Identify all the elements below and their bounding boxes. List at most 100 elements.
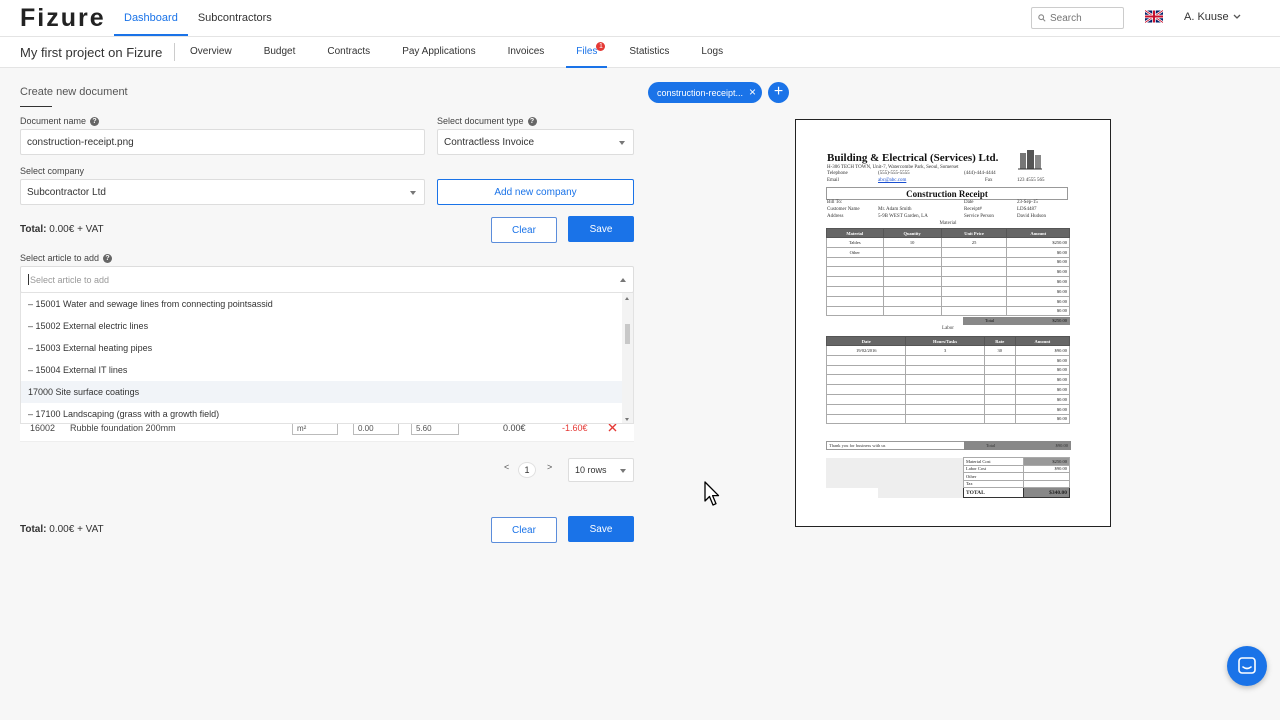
- caret-down-icon: [619, 141, 625, 145]
- tab-overview[interactable]: Overview: [180, 37, 242, 68]
- table-header-cell: Unit Price: [940, 228, 1008, 238]
- tab-logs[interactable]: Logs: [691, 37, 733, 68]
- receipt-material-total: Total $250.00: [963, 317, 1070, 325]
- close-icon[interactable]: ×: [749, 85, 756, 99]
- uk-flag-icon[interactable]: [1145, 10, 1163, 23]
- user-menu[interactable]: A. Kuuse: [1184, 11, 1241, 23]
- list-item[interactable]: – 15003 External heating pipes: [21, 337, 623, 359]
- tab-invoices[interactable]: Invoices: [498, 37, 555, 68]
- text-cursor: [28, 274, 29, 285]
- receipt-bill-to-label: Bill To:: [827, 200, 843, 205]
- app-logo[interactable]: Fizure: [20, 4, 106, 33]
- article-search-input[interactable]: Select article to add: [20, 266, 634, 293]
- table-cell: $0.00: [1014, 384, 1071, 395]
- help-icon[interactable]: ?: [90, 116, 100, 126]
- save-button[interactable]: Save: [568, 216, 634, 242]
- article-placeholder: Select article to add: [30, 274, 110, 285]
- rows-per-page-select[interactable]: 10 rows: [568, 458, 634, 482]
- receipt-phone-label: Telephone: [827, 171, 848, 176]
- file-chip[interactable]: construction-receipt... ×: [648, 82, 762, 103]
- add-company-button[interactable]: Add new company: [437, 179, 634, 205]
- summary-value: [1022, 479, 1071, 488]
- doc-name-input[interactable]: construction-receipt.png: [20, 129, 425, 155]
- list-item[interactable]: – 15004 External IT lines: [21, 359, 623, 381]
- list-item[interactable]: 17000 Site surface coatings: [21, 381, 623, 403]
- table-row: $0.00: [825, 374, 1071, 386]
- scroll-thumb[interactable]: [625, 324, 630, 344]
- tab-contracts[interactable]: Contracts: [317, 37, 380, 68]
- receipt-date-label: Date: [964, 200, 974, 205]
- table-cell: [983, 403, 1016, 415]
- table-cell: 3: [905, 345, 985, 356]
- company-select[interactable]: Subcontractor Ltd: [20, 179, 425, 205]
- delete-icon[interactable]: [608, 423, 617, 432]
- receipt-notes-area: [878, 488, 963, 498]
- total-label: Total:: [20, 224, 47, 235]
- table-row: $0.00: [825, 403, 1071, 415]
- table-cell: [825, 393, 907, 405]
- table-cell: [826, 305, 884, 317]
- chevron-down-icon: [1233, 14, 1241, 19]
- form-title: Create new document: [20, 86, 128, 107]
- dropdown-scrollbar[interactable]: [622, 293, 633, 423]
- table-row: $0.00: [826, 285, 1070, 297]
- table-row: $0.00: [825, 413, 1071, 425]
- article-diff: -1.60€: [562, 423, 588, 433]
- doc-type-select[interactable]: Contractless Invoice: [437, 129, 634, 155]
- table-cell: $0.00: [1014, 393, 1071, 405]
- table-cell: $0.00: [1006, 266, 1070, 278]
- table-cell: [826, 266, 884, 278]
- table-header-cell: Quantity: [882, 228, 942, 238]
- tab-pay-applications[interactable]: Pay Applications: [392, 37, 485, 68]
- help-icon[interactable]: ?: [103, 253, 113, 263]
- list-item[interactable]: – 17100 Landscaping (grass with a growth…: [21, 403, 623, 423]
- summary-final-label: TOTAL: [963, 487, 1024, 498]
- list-item[interactable]: – 15002 External electric lines: [21, 315, 623, 337]
- search-box[interactable]: [1031, 7, 1124, 29]
- table-cell: [983, 384, 1016, 395]
- article-sum: 0.00€: [503, 423, 526, 433]
- table-header-cell: Date: [825, 336, 907, 346]
- table-row: $0.00: [826, 276, 1070, 287]
- prev-page-button[interactable]: <: [504, 462, 509, 472]
- nav-dashboard[interactable]: Dashboard: [114, 0, 188, 36]
- tab-files[interactable]: Files 1: [566, 37, 608, 68]
- list-item[interactable]: – 15001 Water and sewage lines from conn…: [21, 293, 623, 315]
- table-cell: [882, 305, 942, 317]
- receipt-number-label: Receipt#: [964, 207, 982, 212]
- search-input[interactable]: [1050, 12, 1120, 24]
- table-cell: $250.00: [1006, 237, 1070, 248]
- tab-statistics[interactable]: Statistics: [619, 37, 679, 68]
- table-cell: $0.00: [1006, 246, 1070, 258]
- receipt-service-person: David Hudson: [1017, 214, 1047, 219]
- summary-value: $250.00: [1022, 457, 1071, 466]
- doc-type-value: Contractless Invoice: [444, 136, 535, 148]
- chat-button[interactable]: [1227, 646, 1267, 686]
- save-button[interactable]: Save: [568, 516, 634, 542]
- receipt-material-table: Material Quantity Unit Price Amount Tables 1…: [826, 228, 1070, 317]
- caret-down-icon: [620, 469, 626, 473]
- mouse-cursor-icon: [704, 481, 720, 506]
- next-page-button[interactable]: >: [547, 462, 552, 472]
- add-file-button[interactable]: +: [768, 82, 789, 103]
- tab-files-label: Files: [576, 46, 598, 57]
- scroll-up-icon[interactable]: [625, 297, 629, 300]
- table-row: $0.00: [825, 364, 1071, 376]
- table-cell: [940, 295, 1008, 307]
- clear-button[interactable]: Clear: [491, 517, 557, 543]
- table-row: 19/02/2016 3 30 $90.00: [825, 345, 1071, 356]
- caret-up-icon: [620, 278, 626, 282]
- table-cell: [825, 354, 907, 366]
- tab-budget[interactable]: Budget: [254, 37, 306, 68]
- table-cell: [825, 413, 907, 425]
- clear-button[interactable]: Clear: [491, 217, 557, 243]
- table-cell: [905, 364, 985, 376]
- help-icon[interactable]: ?: [527, 116, 537, 126]
- table-cell: [940, 246, 1008, 258]
- nav-subcontractors[interactable]: Subcontractors: [188, 0, 282, 36]
- scroll-down-icon[interactable]: [625, 418, 629, 421]
- page-number[interactable]: 1: [518, 462, 536, 478]
- file-chip-label: construction-receipt...: [657, 87, 744, 98]
- table-cell: [825, 403, 907, 415]
- table-cell: [940, 256, 1008, 268]
